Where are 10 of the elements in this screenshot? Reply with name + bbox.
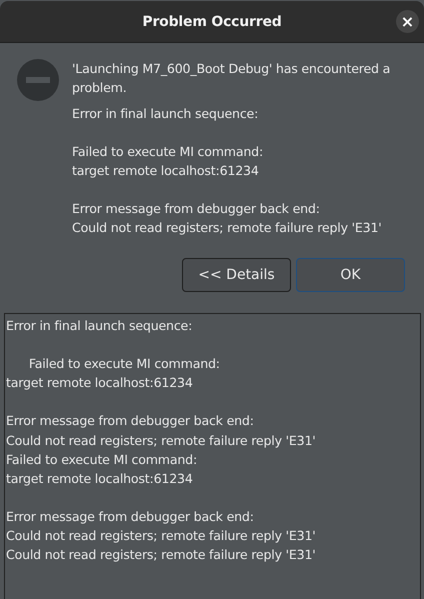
error-message: Error in final launch sequence: (72, 105, 260, 123)
error-heading: 'Launching M7_600_Boot Debug' has encountered a problem. (72, 60, 392, 97)
error-icon (17, 59, 59, 101)
close-button[interactable]: × (396, 10, 419, 33)
error-message: Failed to execute MI command: target remote localhost:61234 (72, 143, 264, 180)
dialog-button[interactable]: << Details (182, 258, 291, 292)
error-message: Error message from debugger back end: Could not read registers; remote failure reply 'E31' (72, 200, 383, 237)
window-title: Problem Occurred (142, 14, 282, 30)
dialog-button[interactable]: OK (296, 258, 405, 292)
details-text-area[interactable]: Error in final launch sequence: Failed to execute MI command: target remote localhost:61234 Error message from debugger back end: Could not read registers; remote failure reply 'E31' Failed to execute MI command: target remote localhost:61234 Error message from debugger back end: Could not read registers; remote failure reply 'E31' Could not read registers; remote failure reply 'E31' (4, 313, 421, 599)
